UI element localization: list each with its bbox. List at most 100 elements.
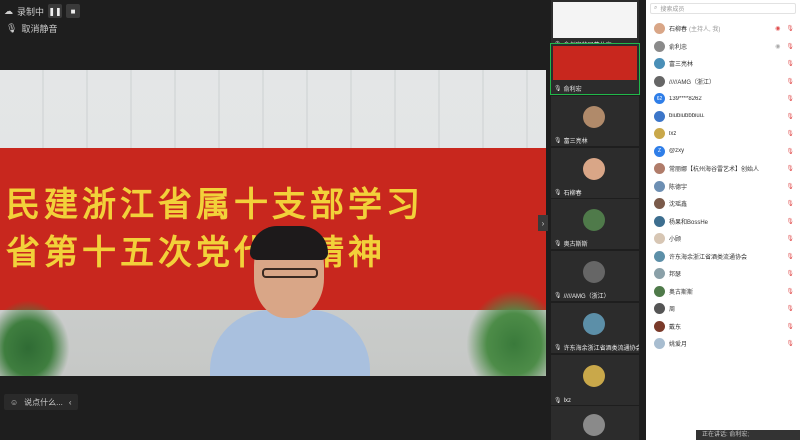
participant-row[interactable]: 奥古斯斯 🎙 xyxy=(646,283,800,301)
chat-input-bar[interactable]: ☺ 说点什么... ‹ xyxy=(4,394,78,410)
mic-off-icon[interactable]: 🎙 xyxy=(786,183,794,190)
participant-status-icons: 🎙 xyxy=(786,130,794,137)
participant-avatar xyxy=(654,320,665,332)
participant-name: 富三亮林 xyxy=(669,62,694,69)
participant-list: 石柳春 (主持人, 我) ◉ 🎙 俞利忠 ◉ 🎙 富三亮林 🎙/////AMG（浙江） 🎙 62 13… xyxy=(646,20,800,353)
mic-off-icon[interactable]: 🎙 xyxy=(786,25,794,32)
participant-name: 姚爱月 xyxy=(669,342,688,349)
participant-status-icons: 🎙 xyxy=(786,253,794,260)
thumbnail-participant[interactable]: 🎙/////AMG（浙江） xyxy=(551,251,639,301)
camera-icon[interactable]: ◉ xyxy=(775,25,780,32)
participant-row[interactable]: 石柳春 (主持人, 我) ◉ 🎙 xyxy=(646,20,800,38)
participant-row[interactable]: 邦瑟 🎙 xyxy=(646,265,800,283)
mic-off-icon[interactable]: 🎙 xyxy=(786,340,794,347)
mic-off-icon[interactable]: 🎙 xyxy=(786,323,794,330)
participant-row[interactable]: 富三亮林 🎙 xyxy=(646,55,800,73)
participant-name: lxz xyxy=(669,130,677,137)
mic-off-icon[interactable]: 🎙 xyxy=(786,288,794,295)
participant-status-icons: 🎙 xyxy=(786,340,794,347)
participant-avatar xyxy=(654,180,665,192)
mic-off-icon[interactable]: 🎙 xyxy=(786,253,794,260)
mic-off-icon[interactable]: 🎙 xyxy=(786,130,794,137)
thumbnail-participant[interactable]: 🎙 富三亮林 xyxy=(551,96,639,146)
participant-row[interactable]: 杨果和BossHe 🎙 xyxy=(646,213,800,231)
participant-avatar xyxy=(654,198,665,210)
plant-left xyxy=(0,300,70,376)
participant-status-icons: 🎙 xyxy=(786,60,794,67)
participant-status-icons: 🎙 xyxy=(786,95,794,102)
mic-off-icon[interactable]: 🎙 xyxy=(786,218,794,225)
thumbnail-participant[interactable]: 🎙 lxz xyxy=(551,355,639,405)
collapse-panel-icon[interactable]: › xyxy=(538,215,548,231)
participant-row[interactable]: 姚爱月 🎙 xyxy=(646,335,800,353)
participant-status-icons: ◉ 🎙 xyxy=(775,25,794,32)
participant-row[interactable]: 陈德宇 🎙 xyxy=(646,178,800,196)
participant-row[interactable]: /////AMG（浙江） 🎙 xyxy=(646,73,800,91)
participant-name: 邦瑟 xyxy=(669,272,682,279)
participant-name: 139****8262 xyxy=(669,95,702,102)
search-input[interactable]: ⌕ 搜索成员 xyxy=(650,3,796,14)
mic-off-icon[interactable]: 🎙 xyxy=(786,270,794,277)
mic-off-icon[interactable]: 🎙 xyxy=(786,113,794,120)
participant-avatar xyxy=(654,110,665,122)
mic-off-icon[interactable]: 🎙 xyxy=(786,200,794,207)
participant-avatar xyxy=(654,75,665,87)
person-body xyxy=(210,310,370,376)
participant-avatar xyxy=(654,23,665,35)
mic-off-icon[interactable]: 🎙 xyxy=(786,78,794,85)
main-video-area: ☁ 录制中 ❚❚ ■ 🎙 取消静音 民建浙江省属十支部学习 省第十五次党代会精神… xyxy=(0,0,548,440)
participant-row[interactable]: 俞利忠 ◉ 🎙 xyxy=(646,38,800,56)
participant-name: 陈德宇 xyxy=(669,184,688,191)
participant-row[interactable]: lxz 🎙 xyxy=(646,125,800,143)
mic-off-icon[interactable]: 🎙 xyxy=(786,60,794,67)
unmute-toggle[interactable]: 🎙 取消静音 xyxy=(6,22,57,35)
thumbnail-participant[interactable]: 🎙 许东海余浙江省酒类流通协会 xyxy=(551,303,639,353)
participant-status-icons: 🎙 xyxy=(786,218,794,225)
thumbnail-label: 🎙/////AMG（浙江） xyxy=(554,293,610,300)
thumbnail-label: 🎙 许东海余浙江省酒类流通协会 xyxy=(554,345,639,352)
participant-row[interactable]: 周 🎙 xyxy=(646,300,800,318)
thumbnail-participant[interactable]: 🎙 奥古斯斯 xyxy=(551,199,639,249)
participant-row[interactable]: 62 139****8262 🎙 xyxy=(646,90,800,108)
thumbnail-participant[interactable]: 🎙 石柳春 xyxy=(551,148,639,198)
participant-name: 奥古斯斯 xyxy=(669,289,694,296)
participant-row[interactable]: 戴东 🎙 xyxy=(646,318,800,336)
mic-off-icon: 🎙 xyxy=(554,138,562,144)
pause-icon[interactable]: ❚❚ xyxy=(48,4,63,18)
participant-status-icons: 🎙 xyxy=(786,165,794,172)
participant-row[interactable]: 小顾 🎙 xyxy=(646,230,800,248)
participant-row[interactable]: Z @zxy 🎙 xyxy=(646,143,800,161)
chevron-left-icon[interactable]: ‹ xyxy=(69,398,72,407)
thumbnail-column: 🎙俞剑安的屏幕共享 🎙俞利宏 🎙富三亮林 🎙石柳春 🎙奥古斯斯 🎙/////AM… xyxy=(550,0,640,440)
participant-row[interactable]: 沈瑶鑫 🎙 xyxy=(646,195,800,213)
participant-video xyxy=(583,106,605,128)
mic-off-icon[interactable]: 🎙 xyxy=(786,43,794,50)
participant-avatar xyxy=(654,58,665,70)
thumbnail-label: 🎙 石柳春 xyxy=(554,190,582,197)
thumbnail-participant[interactable] xyxy=(551,406,639,440)
shared-screen-preview xyxy=(553,2,637,38)
recording-bar: ☁ 录制中 ❚❚ ■ xyxy=(4,4,81,18)
mic-off-icon[interactable]: 🎙 xyxy=(786,165,794,172)
mic-off-icon[interactable]: 🎙 xyxy=(786,235,794,242)
participant-row[interactable]: 许东海余浙江省酒类流通协会 🎙 xyxy=(646,248,800,266)
thumbnail-banner-preview xyxy=(553,46,637,80)
participant-row[interactable]: biubiubbbiuu. 🎙 xyxy=(646,108,800,126)
thumbnail-screen-share[interactable]: 🎙俞剑安的屏幕共享 xyxy=(551,0,639,50)
participant-name: 石柳春 xyxy=(669,27,688,34)
mic-off-icon: 🎙 xyxy=(554,190,562,196)
participant-avatar xyxy=(583,414,605,436)
thumbnail-active-speaker[interactable]: 🎙 俞利宏 xyxy=(550,43,640,95)
participant-name: 沈瑶鑫 xyxy=(669,202,688,209)
participant-role: (主持人, 我) xyxy=(689,27,721,34)
thumbnail-label: 🎙 俞利宏 xyxy=(554,86,582,93)
microphone-icon: 🎙 xyxy=(6,23,18,33)
stop-icon[interactable]: ■ xyxy=(66,4,81,18)
camera-icon[interactable]: ◉ xyxy=(775,43,780,50)
mic-off-icon[interactable]: 🎙 xyxy=(786,305,794,312)
mic-off-icon[interactable]: 🎙 xyxy=(786,148,794,155)
participant-avatar xyxy=(654,285,665,297)
mic-off-icon[interactable]: 🎙 xyxy=(786,95,794,102)
unmute-label: 取消静音 xyxy=(21,24,58,34)
participant-row[interactable]: 常丽娜【杭州海谷雷艺术】创始人 🎙 xyxy=(646,160,800,178)
